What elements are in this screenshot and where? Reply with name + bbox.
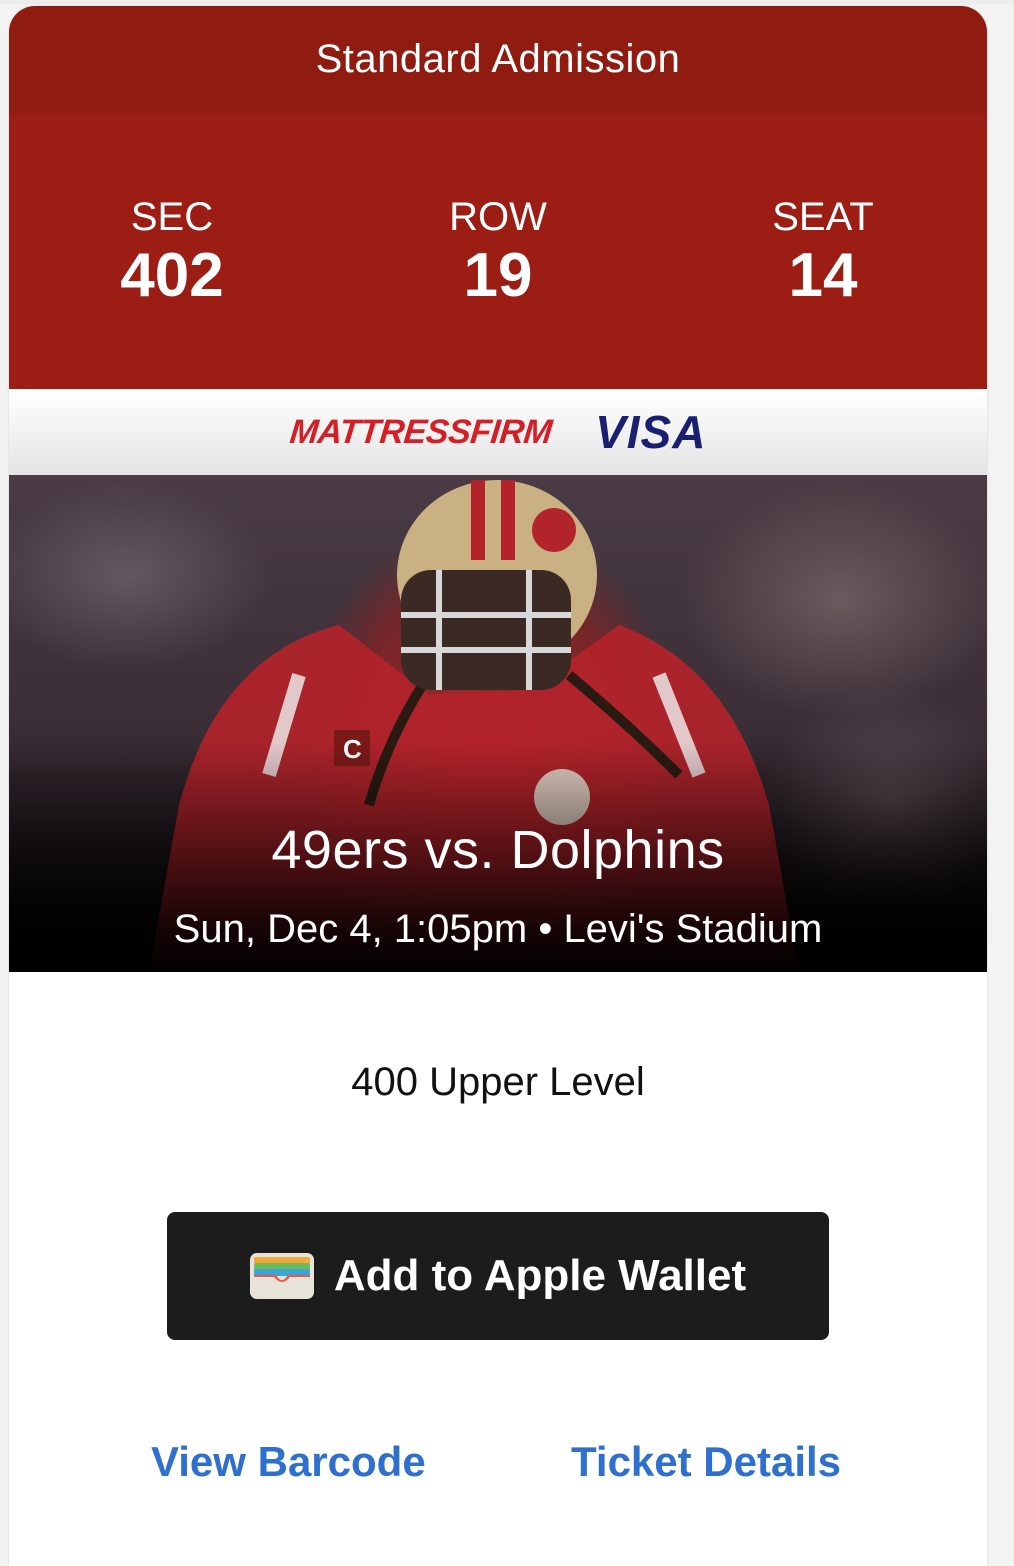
admission-type-label: Standard Admission	[315, 37, 681, 81]
event-hero-image: C 49ers vs. Dolphins Sun, Dec 4, 1:05pm …	[9, 475, 987, 972]
section-info: SEC 402	[52, 195, 292, 311]
seat-info: SEAT 14	[703, 195, 943, 311]
wallet-icon	[249, 1253, 314, 1299]
event-title: 49ers vs. Dolphins	[271, 820, 725, 880]
add-to-apple-wallet-label: Add to Apple Wallet	[333, 1251, 747, 1300]
sponsor-band: MATTRESSFIRM VISA	[9, 389, 987, 475]
event-date-venue: Sun, Dec 4, 1:05pm • Levi's Stadium	[173, 907, 823, 951]
row-value: 19	[463, 241, 533, 310]
ticket-details-link[interactable]: Ticket Details	[571, 1438, 841, 1486]
mattress-firm-logo-text: MATTRESSFIRM	[287, 412, 554, 451]
top-divider	[0, 0, 1014, 4]
seat-label: SEAT	[772, 195, 874, 239]
mattress-firm-logo: MATTRESSFIRM	[287, 412, 554, 452]
visa-logo: VISA	[595, 405, 706, 459]
view-barcode-link[interactable]: View Barcode	[151, 1438, 426, 1486]
seating-area-label: 400 Upper Level	[351, 1060, 645, 1104]
add-to-apple-wallet-button[interactable]: Add to Apple Wallet	[167, 1212, 829, 1340]
seat-value: 14	[788, 241, 858, 310]
ticket-card: Standard Admission SEC 402 ROW 19 SEAT 1…	[9, 6, 987, 1566]
section-value: 402	[120, 241, 224, 310]
admission-type-header: Standard Admission	[9, 6, 987, 113]
row-label: ROW	[449, 195, 547, 239]
seat-info-band: SEC 402 ROW 19 SEAT 14	[9, 113, 987, 389]
row-info: ROW 19	[378, 195, 618, 311]
section-label: SEC	[130, 195, 214, 239]
visa-logo-text: VISA	[595, 406, 707, 458]
